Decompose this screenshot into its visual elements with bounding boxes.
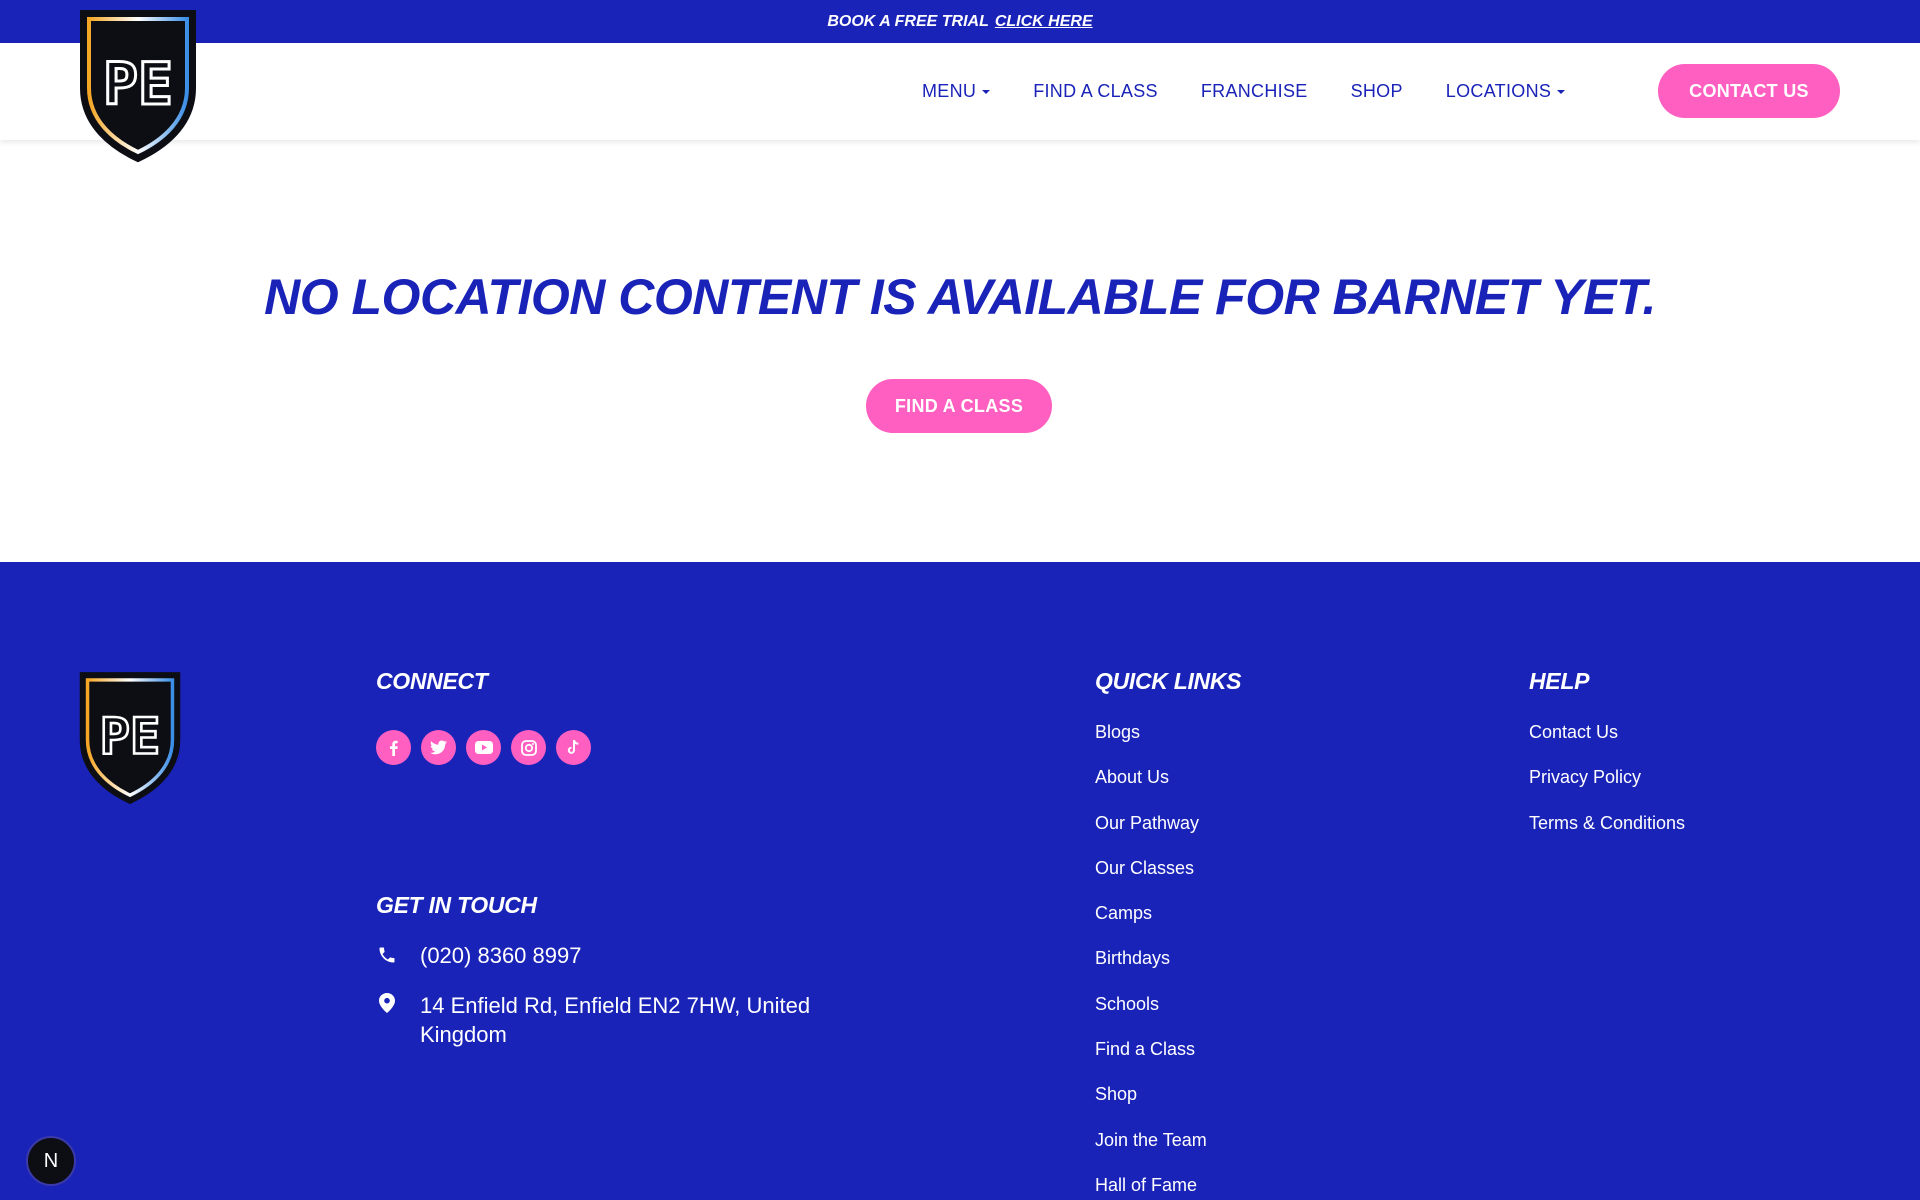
nav-shop[interactable]: SHOP — [1351, 81, 1403, 102]
address-text: 14 Enfield Rd, Enfield EN2 7HW, United K… — [420, 993, 811, 1047]
nav-franchise[interactable]: FRANCHISE — [1201, 81, 1308, 102]
address-row: 14 Enfield Rd, Enfield EN2 7HW, United K… — [376, 991, 860, 1049]
promo-text: BOOK A FREE TRIAL — [827, 12, 989, 30]
nav-locations[interactable]: LOCATIONS — [1445, 81, 1566, 102]
quick-links-heading: QUICK LINKS — [1095, 668, 1242, 694]
nav-shop-label: SHOP — [1350, 81, 1403, 101]
caret-down-icon — [982, 89, 991, 94]
page-headline: NO LOCATION CONTENT IS AVAILABLE FOR BAR… — [264, 269, 1656, 325]
help-links-list: Contact Us Privacy Policy Terms & Condit… — [1529, 722, 1685, 858]
footer-link-blogs[interactable]: Blogs — [1095, 722, 1207, 767]
nav-menu[interactable]: MENU — [922, 81, 991, 102]
footer-link-find-a-class[interactable]: Find a Class — [1095, 1039, 1207, 1084]
contact-us-button[interactable]: CONTACT US — [1658, 64, 1840, 118]
promo-link[interactable]: CLICK HERE — [995, 13, 1093, 31]
nav-find-a-class[interactable]: FIND A CLASS — [1033, 81, 1158, 102]
nav-franchise-label: FRANCHISE — [1200, 81, 1308, 101]
help-heading: HELP — [1529, 668, 1590, 694]
connect-heading: CONNECT — [376, 668, 488, 694]
facebook-icon[interactable] — [376, 730, 411, 765]
footer-logo-letters: PE — [100, 707, 161, 766]
footer-link-privacy-policy[interactable]: Privacy Policy — [1529, 767, 1685, 812]
social-links — [376, 730, 591, 765]
find-a-class-button[interactable]: FIND A CLASS — [866, 379, 1052, 433]
nav-find-a-class-label: FIND A CLASS — [1033, 81, 1158, 101]
nav-locations-label: LOCATIONS — [1445, 81, 1552, 101]
tiktok-icon[interactable] — [556, 730, 591, 765]
youtube-icon[interactable] — [466, 730, 501, 765]
logo-letters: PE — [103, 50, 173, 118]
twitter-icon[interactable] — [421, 730, 456, 765]
footer-link-our-classes[interactable]: Our Classes — [1095, 858, 1207, 903]
nav-menu-label: MENU — [922, 81, 977, 101]
get-in-touch-heading: GET IN TOUCH — [376, 892, 537, 918]
location-pin-icon — [376, 991, 398, 1049]
main-nav: MENU FIND A CLASS FRANCHISE SHOP LOCATIO… — [922, 43, 1566, 140]
footer-logo[interactable]: PE — [78, 670, 182, 806]
phone-icon — [376, 943, 398, 969]
site-footer: PE CONNECT GET IN TOUCH (020) 8360 8997 … — [0, 562, 1920, 1200]
footer-link-schools[interactable]: Schools — [1095, 994, 1207, 1039]
footer-link-join-the-team[interactable]: Join the Team — [1095, 1130, 1207, 1175]
phone-number: (020) 8360 8997 — [420, 943, 582, 968]
footer-link-camps[interactable]: Camps — [1095, 903, 1207, 948]
footer-link-terms-conditions[interactable]: Terms & Conditions — [1529, 813, 1685, 858]
instagram-icon[interactable] — [511, 730, 546, 765]
footer-link-about-us[interactable]: About Us — [1095, 767, 1207, 812]
footer-link-birthdays[interactable]: Birthdays — [1095, 948, 1207, 993]
caret-down-icon — [1557, 89, 1566, 94]
footer-link-hall-of-fame[interactable]: Hall of Fame — [1095, 1175, 1207, 1200]
footer-link-shop[interactable]: Shop — [1095, 1084, 1207, 1129]
footer-link-contact-us[interactable]: Contact Us — [1529, 722, 1685, 767]
promo-bar: BOOK A FREE TRIAL CLICK HERE — [0, 0, 1920, 43]
quick-links-list: Blogs About Us Our Pathway Our Classes C… — [1095, 722, 1207, 1200]
footer-link-our-pathway[interactable]: Our Pathway — [1095, 813, 1207, 858]
n-badge[interactable]: N — [26, 1136, 76, 1186]
phone-row[interactable]: (020) 8360 8997 — [376, 943, 581, 969]
logo[interactable]: PE — [78, 8, 198, 164]
